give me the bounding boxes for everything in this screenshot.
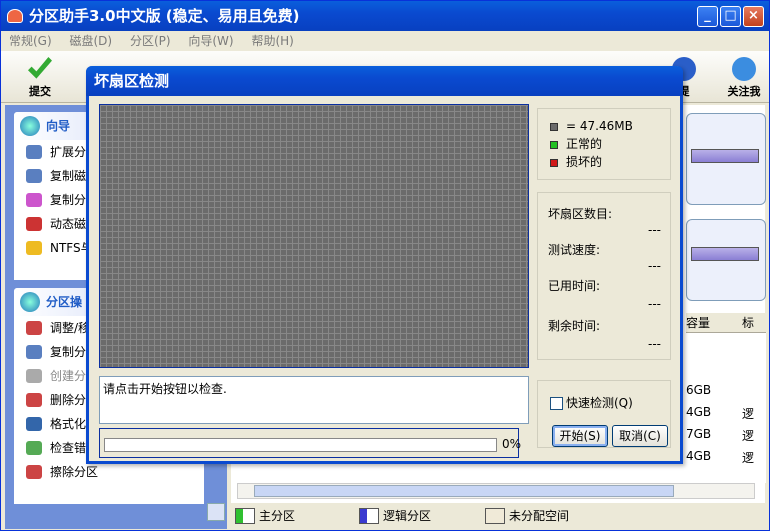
bad-sector-dialog: 坏扇区检测 = 47.46MB 正常的 损坏的 坏扇区数目: --- 测试速度:… (86, 66, 683, 464)
maximize-button[interactable]: □ (720, 6, 741, 27)
legend-unallocated-swatch (485, 508, 505, 524)
row1-capacity: 6GB (686, 383, 712, 397)
ntfs-icon (26, 241, 42, 255)
legend-primary-label: 主分区 (259, 509, 296, 523)
row3-label: 逻 (742, 429, 755, 443)
row2-label: 逻 (742, 407, 755, 421)
wipe-icon (26, 465, 42, 479)
quick-check-box[interactable] (550, 397, 563, 410)
menu-help[interactable]: 帮助(H) (251, 34, 293, 48)
sidebar-scroll-down[interactable] (207, 503, 225, 521)
legend-logical-swatch (359, 508, 379, 524)
stats-box: 坏扇区数目: --- 测试速度: --- 已用时间: --- 剩余时间: --- (537, 192, 671, 360)
menu-bar: 常规(G) 磁盘(D) 分区(P) 向导(W) 帮助(H) (1, 31, 769, 51)
stat-remaining-value: --- (648, 337, 661, 351)
cancel-button[interactable]: 取消(C) (612, 425, 668, 447)
globe-icon (732, 57, 756, 81)
scrollbar-thumb[interactable] (254, 485, 674, 497)
legend-normal: 正常的 (550, 135, 602, 153)
menu-general[interactable]: 常规(G) (9, 34, 52, 48)
resize-icon (26, 321, 42, 335)
bad-swatch (550, 158, 558, 167)
progress-percent: 0% (502, 437, 522, 451)
checkmark-icon (28, 57, 52, 79)
quick-check-checkbox[interactable]: 快速检测(Q) (550, 395, 633, 411)
progress-bar (104, 438, 497, 452)
create-icon (26, 369, 42, 383)
row2-capacity: 4GB (686, 405, 712, 419)
disk-bar-1[interactable] (691, 149, 759, 163)
close-button[interactable]: × (743, 6, 764, 27)
legend-bad: 损坏的 (550, 153, 602, 171)
legend-box: = 47.46MB 正常的 损坏的 (537, 108, 671, 180)
copy-partition-icon (26, 193, 42, 207)
column-label[interactable]: 标 (736, 313, 766, 333)
menu-disk[interactable]: 磁盘(D) (70, 34, 113, 48)
stat-bad-count-label: 坏扇区数目: (548, 207, 613, 221)
row4-label: 逻 (742, 451, 755, 465)
block-size-swatch (550, 122, 558, 131)
stat-speed-label: 测试速度: (548, 243, 601, 257)
dynamic-disk-icon (26, 217, 42, 231)
copy-icon (26, 345, 42, 359)
stat-elapsed-value: --- (648, 297, 661, 311)
menu-wizard[interactable]: 向导(W) (188, 34, 233, 48)
status-message: 请点击开始按钮以检查. (103, 382, 227, 396)
legend-logical-label: 逻辑分区 (383, 509, 432, 523)
start-button[interactable]: 开始(S) (552, 425, 608, 447)
disk-bar-2[interactable] (691, 247, 759, 261)
menu-partition[interactable]: 分区(P) (130, 34, 171, 48)
message-box: 请点击开始按钮以检查. (99, 376, 529, 424)
legend-primary-swatch (235, 508, 255, 524)
partition-table: 容量 标 6GB 4GB 逻 7GB 逻 4GB 逻 (686, 313, 766, 483)
commit-button[interactable]: 提交 (17, 53, 63, 101)
stat-elapsed-label: 已用时间: (548, 279, 601, 293)
legend-unallocated-label: 未分配空间 (509, 509, 570, 523)
extend-icon (26, 145, 42, 159)
partition-ops-icon (20, 292, 40, 312)
column-capacity[interactable]: 容量 (686, 313, 736, 333)
legend-bar: 主分区 逻辑分区 未分配空间 (231, 503, 765, 529)
delete-icon (26, 393, 42, 407)
horizontal-scrollbar[interactable] (237, 483, 755, 499)
title-bar: 分区助手3.0中文版 (稳定、易用且免费) _ □ × (1, 1, 769, 31)
stat-remaining-label: 剩余时间: (548, 319, 601, 333)
follow-button[interactable]: 关注我 (719, 53, 769, 101)
check-icon (26, 441, 42, 455)
format-icon (26, 417, 42, 431)
legend-block-size: = 47.46MB (550, 117, 633, 135)
dialog-title: 坏扇区检测 (94, 72, 170, 90)
row4-capacity: 4GB (686, 449, 712, 463)
row3-capacity: 7GB (686, 427, 712, 441)
stat-speed-value: --- (648, 259, 661, 273)
normal-swatch (550, 140, 558, 149)
progress-area: 0% (99, 428, 522, 458)
app-icon (7, 9, 23, 23)
window-title: 分区助手3.0中文版 (稳定、易用且免费) (29, 7, 300, 25)
actions-box: 快速检测(Q) 开始(S) 取消(C) (537, 380, 671, 448)
stat-bad-count-value: --- (648, 223, 661, 237)
minimize-button[interactable]: _ (697, 6, 718, 27)
sector-block-grid (99, 104, 529, 368)
copy-disk-icon (26, 169, 42, 183)
wizard-icon (20, 116, 40, 136)
dialog-title-bar: 坏扇区检测 (86, 66, 683, 96)
